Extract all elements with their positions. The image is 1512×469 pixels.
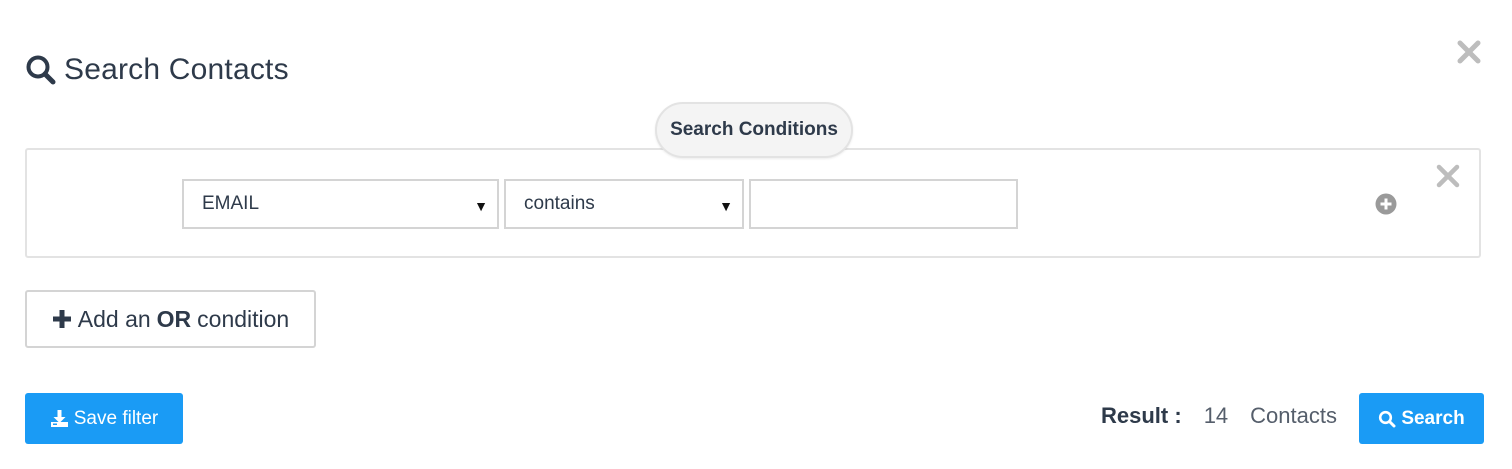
page-title: Search Contacts <box>64 53 289 86</box>
result-summary: Result : 14 Contacts <box>1101 400 1337 432</box>
caret-down-icon: ▼ <box>719 198 733 214</box>
condition-value-input[interactable] <box>749 179 1018 229</box>
save-filter-label: Save filter <box>73 407 159 429</box>
download-icon <box>50 410 68 427</box>
search-icon <box>1379 410 1396 427</box>
search-button-label: Search <box>1401 407 1465 429</box>
close-icon[interactable] <box>1455 38 1483 66</box>
field-select[interactable]: EMAIL ▼ <box>182 179 499 229</box>
save-filter-button[interactable]: Save filter <box>25 393 183 444</box>
field-select-value: EMAIL <box>202 193 260 214</box>
search-icon <box>26 55 56 85</box>
plus-circle-icon[interactable] <box>1375 193 1397 215</box>
operator-select-value: contains <box>524 193 595 214</box>
result-unit: Contacts <box>1250 403 1337 428</box>
or-button-emphasis: OR <box>156 305 192 332</box>
caret-down-icon: ▼ <box>474 198 488 214</box>
dialog-header: Search Contacts <box>25 50 289 90</box>
or-button-suffix: condition <box>197 305 290 332</box>
result-label: Result : <box>1101 403 1182 428</box>
search-conditions-heading: Search Conditions <box>655 102 853 158</box>
or-button-prefix: Add an <box>77 305 151 332</box>
operator-select[interactable]: contains ▼ <box>504 179 744 229</box>
add-or-condition-button[interactable]: Add an OR condition <box>25 290 316 348</box>
plus-icon <box>52 310 71 328</box>
close-icon[interactable] <box>1435 163 1461 189</box>
result-count: 14 <box>1203 403 1229 428</box>
search-button[interactable]: Search <box>1359 393 1484 444</box>
search-contacts-dialog: Search Contacts Search Conditions EMAIL … <box>0 0 1512 469</box>
